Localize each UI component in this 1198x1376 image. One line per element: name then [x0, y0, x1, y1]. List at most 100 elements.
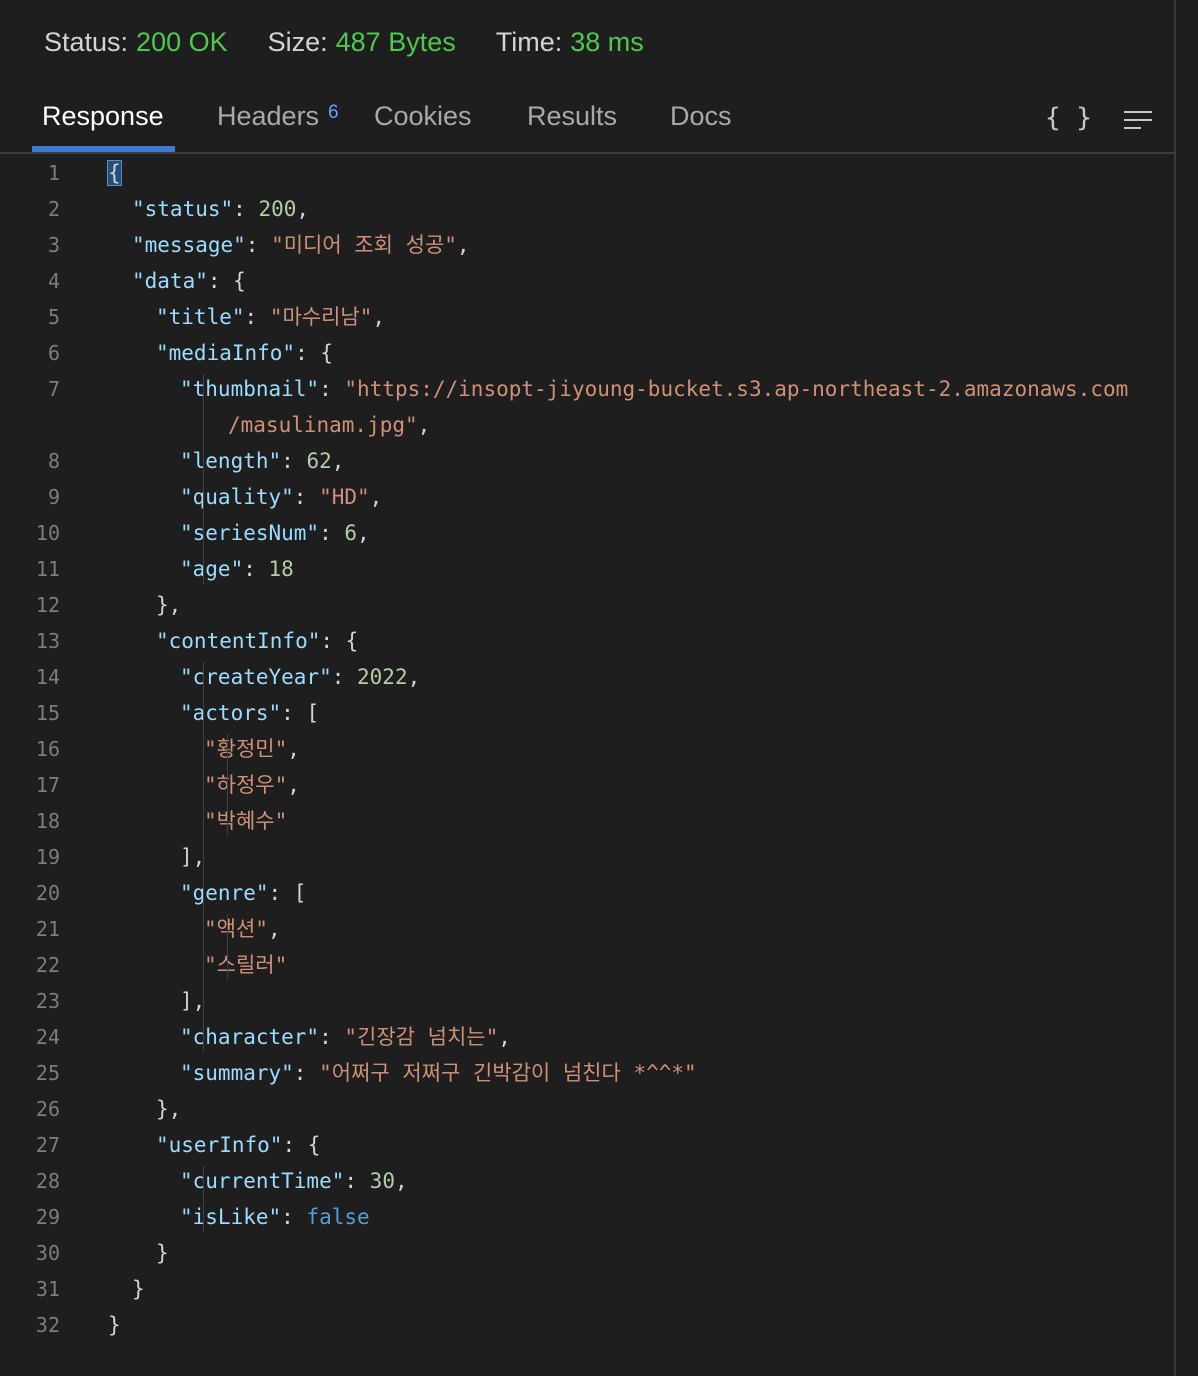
tab-results[interactable]: Results — [527, 101, 617, 132]
json-response-editor[interactable]: 1{2 "status": 200, 3 "message": "미디어 조회 성공"… — [0, 155, 1174, 1376]
line-number: 19 — [35, 845, 60, 869]
code-text: "액션", — [204, 911, 281, 947]
code-text: "data": { — [132, 263, 246, 299]
panel-divider[interactable] — [1174, 0, 1176, 1376]
code-token: } — [156, 1241, 169, 1265]
code-line: 9 "quality": "HD", — [0, 479, 1174, 515]
headers-count-badge: 6 — [328, 102, 339, 123]
line-number: 3 — [47, 233, 60, 257]
active-tab-indicator — [32, 146, 175, 152]
code-token: "https://insopt-jiyoung-bucket.s3.ap-nor… — [344, 377, 1129, 401]
line-number: 7 — [47, 377, 60, 401]
code-token: : — [344, 1169, 370, 1193]
code-token: : — [244, 305, 270, 329]
code-token: : — [281, 449, 307, 473]
code-token: "age" — [180, 557, 244, 581]
tab-docs[interactable]: Docs — [670, 101, 732, 132]
line-number: 8 — [47, 449, 60, 473]
code-line: 1{ — [0, 155, 1174, 191]
response-status-bar: Status: 200 OK Size: 487 Bytes Time: 38 … — [44, 24, 684, 60]
code-token: "data" — [132, 269, 208, 293]
code-token: ], — [180, 989, 206, 1013]
braces-format-icon[interactable]: { } — [1045, 103, 1092, 133]
code-token: : — [281, 1205, 307, 1229]
code-text: "스릴러" — [204, 947, 287, 983]
code-token: , — [287, 773, 300, 797]
line-number: 30 — [35, 1241, 60, 1265]
code-line: 4 "data": { — [0, 263, 1174, 299]
code-token: , — [287, 737, 300, 761]
code-token: "actors" — [180, 701, 282, 725]
code-text: }, — [156, 1091, 181, 1127]
code-token: , — [369, 485, 383, 509]
code-line: 30} — [0, 1235, 1174, 1271]
code-text: "mediaInfo": { — [156, 335, 333, 371]
code-token: : — [331, 665, 358, 689]
indent-guide — [227, 914, 228, 980]
code-text: "thumbnail": "https://insopt-jiyoung-buc… — [180, 371, 1128, 407]
code-text: "박혜수" — [204, 803, 287, 839]
code-token: : — [319, 377, 345, 401]
code-token: , — [357, 521, 370, 545]
tab-response[interactable]: Response — [42, 101, 164, 132]
code-token: : — [245, 233, 272, 257]
line-number: 2 — [47, 197, 60, 221]
code-line: 29 "isLike": false — [0, 1199, 1174, 1235]
code-text: "actors": [ — [180, 695, 319, 731]
response-panel: Status: 200 OK Size: 487 Bytes Time: 38 … — [0, 0, 1174, 1376]
code-token: "genre" — [180, 881, 269, 905]
line-number: 27 — [35, 1133, 60, 1157]
code-text: { — [107, 155, 122, 191]
code-line: 32} — [0, 1307, 1174, 1343]
code-token: "summary" — [180, 1061, 294, 1085]
code-token: "박혜수" — [204, 809, 288, 833]
code-token: "quality" — [180, 485, 294, 509]
code-token: , — [456, 233, 470, 257]
tab-cookies[interactable]: Cookies — [374, 101, 472, 132]
code-token: , — [417, 413, 431, 437]
menu-lines-icon[interactable] — [1123, 109, 1153, 136]
code-text: "currentTime": 30, — [180, 1163, 408, 1199]
code-token: } — [108, 1313, 121, 1337]
line-number: 25 — [35, 1061, 60, 1085]
code-line: 27 "userInfo": { — [0, 1127, 1174, 1163]
code-token: "thumbnail" — [180, 377, 320, 401]
code-token: /masulinam.jpg" — [228, 413, 418, 437]
code-text: } — [156, 1235, 169, 1271]
code-token: false — [306, 1205, 370, 1229]
code-line: 17 "하정우", — [0, 767, 1174, 803]
line-number: 5 — [47, 305, 60, 329]
code-text: "contentInfo": { — [156, 623, 358, 659]
code-token: 62 — [306, 449, 332, 473]
code-token: "마수리남" — [269, 305, 373, 329]
tab-headers[interactable]: Headers — [217, 101, 319, 132]
code-line: 25 "summary": "어쩌구 저쩌구 긴박감이 넘친다 *^^*" — [0, 1055, 1174, 1091]
code-line: 26}, — [0, 1091, 1174, 1127]
code-text: "title": "마수리남", — [156, 299, 385, 335]
indent-guide — [203, 1166, 204, 1232]
line-number: 26 — [35, 1097, 60, 1121]
line-number: 15 — [35, 701, 60, 725]
code-text: ], — [180, 983, 205, 1019]
indent-guide — [203, 374, 204, 584]
code-token: "character" — [180, 1025, 320, 1049]
code-token: , — [407, 665, 421, 689]
code-token: : [ — [281, 701, 320, 725]
code-line: 8 "length": 62, — [0, 443, 1174, 479]
code-line: 15 "actors": [ — [0, 695, 1174, 731]
line-number: 12 — [35, 593, 60, 617]
indent-guide — [227, 734, 228, 836]
code-token: "하정우" — [204, 773, 288, 797]
code-token: { — [107, 160, 122, 186]
code-token: , — [498, 1025, 511, 1049]
code-token: "title" — [156, 305, 245, 329]
size-group: Size: 487 Bytes — [268, 27, 456, 58]
code-token: "mediaInfo" — [156, 341, 296, 365]
code-token: ], — [180, 845, 206, 869]
indent-guide — [203, 662, 204, 1052]
code-text: "userInfo": { — [156, 1127, 320, 1163]
code-token: : — [233, 197, 259, 221]
code-line: 6 "mediaInfo": { — [0, 335, 1174, 371]
code-token: }, — [156, 593, 182, 617]
code-token: 200 — [258, 197, 297, 221]
